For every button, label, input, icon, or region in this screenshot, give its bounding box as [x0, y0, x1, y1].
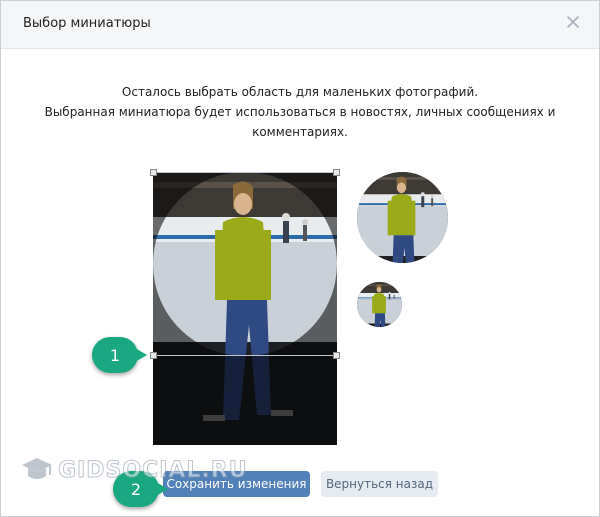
watermark-text: GIDSOCIAL.RU	[58, 457, 248, 483]
description-line-3: комментариях.	[252, 125, 348, 139]
thumbnail-preview-small	[357, 282, 402, 327]
description-line-2: Выбранная миниатюра будет использоваться…	[44, 105, 556, 119]
step-badge-1-label: 1	[109, 345, 121, 365]
graduation-cap-icon	[22, 458, 52, 479]
close-icon[interactable]	[565, 14, 581, 30]
dialog-title: Выбор миниатюры	[23, 16, 151, 31]
description-line-1: Осталось выбрать область для маленьких ф…	[121, 85, 479, 99]
go-back-button[interactable]: Вернуться назад	[321, 471, 438, 497]
step-badge-1: 1	[92, 337, 147, 373]
thumbnail-preview-large	[357, 172, 448, 263]
source-photo[interactable]	[153, 172, 337, 445]
dialog-header: Выбор миниатюры	[1, 1, 599, 49]
dialog-description: Осталось выбрать область для маленьких ф…	[0, 82, 600, 142]
watermark: GIDSOCIAL.RU	[20, 452, 248, 488]
